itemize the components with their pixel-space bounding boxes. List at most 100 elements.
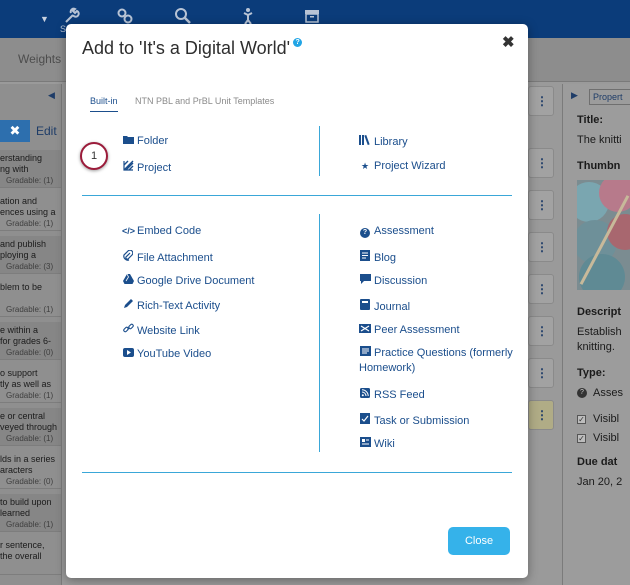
library-icon — [359, 134, 371, 147]
folder-icon — [122, 135, 134, 146]
option-label: RSS Feed — [374, 389, 425, 401]
option-label: YouTube Video — [137, 348, 212, 360]
option-label: Peer Assessment — [374, 324, 460, 336]
tab-built-in[interactable]: Built-in — [90, 96, 118, 112]
journal-icon — [359, 299, 371, 312]
option-google-drive[interactable]: Google Drive Document — [122, 273, 254, 287]
list-item[interactable]: r sentence, the overall — [0, 537, 61, 575]
close-x-button[interactable]: ✖ — [0, 120, 30, 142]
list-item-line1: r sentence, — [0, 540, 45, 550]
visible-checkbox-2[interactable]: ✓ — [577, 434, 586, 443]
thumbnail-image — [577, 180, 630, 290]
list-item-line1: o support — [0, 368, 38, 378]
list-item[interactable]: erstanding ng with Gradable: (1) — [0, 150, 61, 188]
option-label: Rich-Text Activity — [137, 300, 221, 312]
tab-ntn-templates[interactable]: NTN PBL and PrBL Unit Templates — [135, 96, 274, 106]
option-label: Practice Questions (formerly Homework) — [359, 347, 513, 374]
option-wiki[interactable]: Wiki — [359, 437, 395, 450]
item-options-button[interactable]: ⋮ — [528, 400, 554, 430]
list-item[interactable]: e within a for grades 6- Gradable: (0) — [0, 322, 61, 360]
item-options-column: ⋮ ⋮ ⋮ ⋮ ⋮ ⋮ ⋮ ⋮ — [528, 84, 556, 585]
item-options-button[interactable]: ⋮ — [528, 232, 554, 262]
item-options-button[interactable]: ⋮ — [528, 148, 554, 178]
gradable-count: Gradable: (0) — [6, 348, 54, 357]
option-assessment[interactable]: ? Assessment — [359, 225, 434, 238]
collapse-left-arrow-icon[interactable]: ◀ — [48, 90, 55, 101]
list-item-line1: e or central — [0, 411, 46, 421]
option-website-link[interactable]: Website Link — [122, 323, 200, 337]
option-file-attachment[interactable]: File Attachment — [122, 249, 213, 264]
option-discussion[interactable]: Discussion — [359, 274, 427, 287]
vertical-dots-icon: ⋮ — [536, 324, 548, 338]
close-button[interactable]: Close — [448, 527, 510, 555]
item-options-button[interactable]: ⋮ — [528, 274, 554, 304]
practice-questions-icon — [359, 346, 371, 361]
option-rss-feed[interactable]: RSS Feed — [359, 388, 425, 401]
list-item-line1: to build upon — [0, 497, 52, 507]
option-project[interactable]: Project — [122, 160, 171, 174]
gradable-count: Gradable: (1) — [6, 434, 54, 443]
option-label: Project Wizard — [374, 160, 446, 172]
vertical-dots-icon: ⋮ — [536, 198, 548, 212]
option-practice-questions[interactable]: Practice Questions (formerly Homework) — [359, 346, 524, 376]
list-item[interactable]: to build upon learned Gradable: (1) — [0, 494, 61, 532]
option-rich-text-activity[interactable]: Rich-Text Activity — [122, 299, 220, 312]
right-properties-panel: ▶ Propert Title: The knitti Thumbn Descr… — [562, 84, 630, 585]
option-peer-assessment[interactable]: Peer Assessment — [359, 323, 460, 336]
list-item-line2: for grades 6- — [0, 336, 52, 346]
option-label: Folder — [137, 135, 169, 147]
list-item[interactable]: and publish ploying a Gradable: (3) — [0, 236, 61, 274]
vertical-dots-icon: ⋮ — [536, 282, 548, 296]
caret-down-icon[interactable]: ▼ — [40, 14, 49, 24]
callout-step-badge: 1 — [80, 142, 108, 170]
due-date-value: Jan 20, 2 — [577, 476, 623, 488]
weights-tab[interactable]: Weights — [18, 52, 61, 66]
gradable-count: Gradable: (3) — [6, 262, 54, 271]
list-item[interactable]: e or central veyed through Gradable: (1) — [0, 408, 61, 446]
edit-link[interactable]: Edit — [36, 124, 57, 138]
option-blog[interactable]: Blog — [359, 250, 396, 264]
option-label: Blog — [374, 252, 397, 264]
list-item-line1: and publish — [0, 239, 47, 249]
option-project-wizard[interactable]: ★ Project Wizard — [359, 160, 446, 172]
option-label: Assessment — [374, 225, 434, 237]
option-task-or-submission[interactable]: Task or Submission — [359, 413, 469, 427]
modal-tabs: Built-in NTN PBL and PrBL Unit Templates — [82, 94, 512, 114]
collapse-right-arrow-icon[interactable]: ▶ — [571, 90, 578, 101]
list-item[interactable]: blem to be Gradable: (1) — [0, 279, 61, 317]
list-item[interactable]: ation and ences using a Gradable: (1) — [0, 193, 61, 231]
option-journal[interactable]: Journal — [359, 299, 410, 313]
description-line2: knitting. — [577, 341, 615, 353]
vertical-dots-icon: ⋮ — [536, 240, 548, 254]
properties-tab[interactable]: Propert — [589, 89, 630, 105]
item-options-button[interactable]: ⋮ — [528, 86, 554, 116]
blog-icon — [359, 250, 371, 263]
task-icon — [359, 413, 371, 426]
google-drive-icon — [122, 273, 134, 286]
list-item-line1: e within a — [0, 325, 39, 335]
item-options-button[interactable]: ⋮ — [528, 190, 554, 220]
visible-checkbox-1[interactable]: ✓ — [577, 415, 586, 424]
due-date-label: Due dat — [577, 456, 618, 468]
peer-assessment-icon — [359, 323, 371, 335]
discussion-icon — [359, 274, 371, 286]
vertical-dots-icon: ⋮ — [536, 408, 548, 422]
option-youtube-video[interactable]: YouTube Video — [122, 348, 211, 360]
assessment-type-icon: ? — [577, 388, 587, 398]
wiki-icon — [359, 437, 371, 449]
item-options-button[interactable]: ⋮ — [528, 358, 554, 388]
title-value: The knitti — [577, 134, 622, 146]
item-options-button[interactable]: ⋮ — [528, 316, 554, 346]
vertical-dots-icon: ⋮ — [536, 366, 548, 380]
option-library[interactable]: Library — [359, 134, 408, 148]
close-icon[interactable]: ✖ — [502, 33, 515, 51]
rss-icon — [359, 388, 371, 400]
list-item[interactable]: o support tly as well as Gradable: (1) — [0, 365, 61, 403]
help-icon[interactable]: ? — [293, 38, 303, 47]
option-embed-code[interactable]: </> Embed Code — [122, 225, 201, 237]
option-folder[interactable]: Folder — [122, 135, 168, 147]
pencil-icon — [122, 299, 134, 311]
list-item[interactable]: lds in a series aracters Gradable: (0) — [0, 451, 61, 489]
list-item-line1: blem to be — [0, 282, 43, 292]
option-label: Task or Submission — [374, 415, 470, 427]
